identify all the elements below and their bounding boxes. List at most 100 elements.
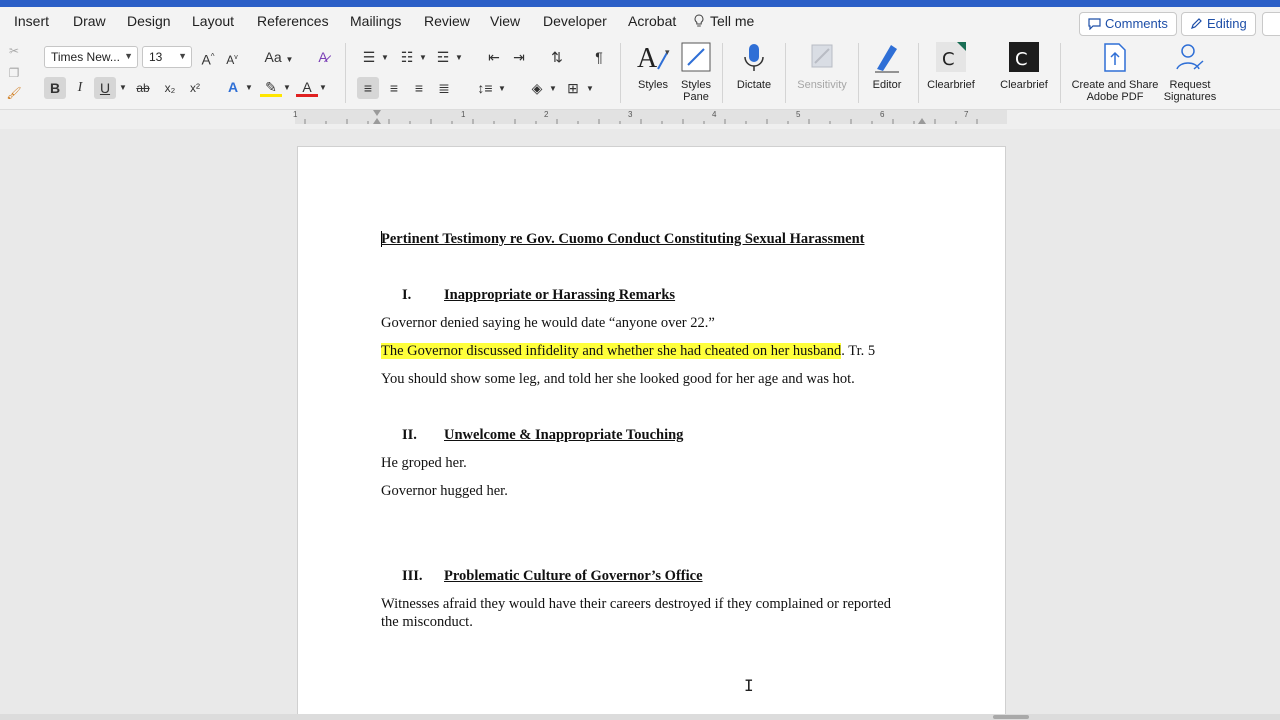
paragraph-line[interactable]: the misconduct. xyxy=(381,614,473,631)
sensitivity-label: Sensitivity xyxy=(797,79,847,91)
horizontal-scrollbar[interactable] xyxy=(0,714,1280,720)
styles-pane-button[interactable]: Styles Pane xyxy=(676,41,716,103)
ruler-number: 1 xyxy=(461,110,466,119)
sensitivity-button[interactable]: Sensitivity xyxy=(792,41,852,91)
paragraph-line[interactable]: Witnesses afraid they would have their c… xyxy=(381,596,891,613)
line-spacing-icon[interactable]: ↕≡ xyxy=(474,78,496,98)
align-right-icon[interactable]: ≡ xyxy=(408,78,430,98)
copy-icon[interactable]: ❐ xyxy=(6,63,22,83)
paragraph[interactable]: Governor hugged her. xyxy=(381,483,508,500)
tab-developer[interactable]: Developer xyxy=(543,13,607,29)
section-heading-3[interactable]: III. Problematic Culture of Governor’s Of… xyxy=(402,568,703,585)
editor-button[interactable]: Editor xyxy=(864,41,910,91)
chevron-down-icon: ▼ xyxy=(178,51,187,61)
section-heading-text: Problematic Culture of Governor’s Office xyxy=(444,568,703,584)
chevron-down-icon: ▼ xyxy=(124,51,133,61)
tell-me-search[interactable]: Tell me xyxy=(694,13,754,29)
font-color-icon[interactable]: A xyxy=(296,77,318,97)
section-heading-2[interactable]: II. Unwelcome & Inappropriate Touching xyxy=(402,427,683,444)
tab-references[interactable]: References xyxy=(257,13,329,29)
chevron-down-icon[interactable]: ▼ xyxy=(244,78,254,98)
font-size-dropdown[interactable]: 13 ▼ xyxy=(142,46,192,68)
chevron-down-icon[interactable]: ▼ xyxy=(548,79,558,99)
signature-icon xyxy=(1176,44,1204,70)
chevron-down-icon[interactable]: ▼ xyxy=(117,78,129,98)
highlighter-icon[interactable]: ✎ xyxy=(260,77,282,97)
dictate-button[interactable]: Dictate xyxy=(732,41,776,91)
increase-indent-icon[interactable]: ⇥ xyxy=(508,47,530,67)
chevron-down-icon[interactable]: ▼ xyxy=(497,79,507,99)
clearbrief-label-1: Clearbrief xyxy=(927,79,975,91)
chevron-down-icon[interactable]: ▼ xyxy=(318,78,328,98)
scrollbar-thumb[interactable] xyxy=(993,715,1029,719)
underline-button[interactable]: U xyxy=(94,78,116,98)
horizontal-ruler[interactable]: 1 1 2 3 4 5 6 7 xyxy=(0,110,1280,129)
tab-acrobat[interactable]: Acrobat xyxy=(628,13,676,29)
tab-insert[interactable]: Insert xyxy=(14,13,49,29)
tab-review[interactable]: Review xyxy=(424,13,470,29)
tab-view[interactable]: View xyxy=(490,13,520,29)
show-formatting-marks-icon[interactable]: ¶ xyxy=(588,47,610,67)
change-case-button[interactable]: Aa ▼ xyxy=(262,47,296,70)
document-canvas[interactable]: Pertinent Testimony re Gov. Cuomo Conduc… xyxy=(0,129,1280,720)
tab-layout[interactable]: Layout xyxy=(192,13,234,29)
text-effects-icon[interactable]: A xyxy=(222,77,244,97)
create-share-pdf-button[interactable]: Create and Share Adobe PDF xyxy=(1068,41,1162,103)
tab-mailings[interactable]: Mailings xyxy=(350,13,401,29)
ruler-number: 7 xyxy=(964,110,969,119)
paragraph[interactable]: You should show some leg, and told her s… xyxy=(381,371,855,388)
chevron-down-icon[interactable]: ▼ xyxy=(380,48,390,68)
section-heading-1[interactable]: I. Inappropriate or Harassing Remarks xyxy=(402,287,675,304)
change-case-label: Aa xyxy=(264,49,282,65)
sort-icon[interactable]: ⇅ xyxy=(546,47,568,67)
paragraph[interactable]: He groped her. xyxy=(381,455,467,472)
section-number: III. xyxy=(402,568,423,584)
request-signatures-button[interactable]: Request Signatures xyxy=(1162,41,1218,103)
multilevel-list-icon[interactable]: ☲ xyxy=(432,47,454,67)
tab-draw[interactable]: Draw xyxy=(73,13,106,29)
superscript-button[interactable]: x² xyxy=(185,78,205,98)
share-button[interactable] xyxy=(1262,12,1280,36)
ruler-number: 1 xyxy=(293,110,298,119)
shading-icon[interactable]: ◈ xyxy=(526,78,548,98)
align-center-icon[interactable]: ≡ xyxy=(383,78,405,98)
numbering-icon[interactable]: ☷ xyxy=(396,47,418,67)
ribbon-separator xyxy=(1060,43,1061,103)
ruler-number: 2 xyxy=(544,110,549,119)
comments-label: Comments xyxy=(1105,16,1168,31)
decrease-indent-icon[interactable]: ⇤ xyxy=(483,47,505,67)
tab-design[interactable]: Design xyxy=(127,13,171,29)
clear-formatting-icon[interactable]: A̷ xyxy=(312,47,334,67)
document-page[interactable]: Pertinent Testimony re Gov. Cuomo Conduc… xyxy=(297,146,1006,720)
chevron-down-icon[interactable]: ▼ xyxy=(418,48,428,68)
ruler-number: 4 xyxy=(712,110,717,119)
shrink-font-icon[interactable]: Av xyxy=(222,48,242,70)
clearbrief-button-2[interactable]: C Clearbrief xyxy=(996,41,1052,91)
strikethrough-button[interactable]: ab xyxy=(133,78,153,98)
editor-icon xyxy=(875,45,899,73)
format-painter-icon[interactable]: 🖌 xyxy=(5,83,23,103)
bullets-icon[interactable]: ☰ xyxy=(358,47,380,67)
editing-mode-button[interactable]: Editing xyxy=(1181,12,1256,36)
borders-icon[interactable]: ⊞ xyxy=(562,78,584,98)
font-name-dropdown[interactable]: Times New... ▼ xyxy=(44,46,138,68)
paragraph-highlighted[interactable]: The Governor discussed infidelity and wh… xyxy=(381,343,875,360)
clearbrief-button-1[interactable]: C Clearbrief xyxy=(923,41,979,91)
align-left-icon[interactable]: ≡ xyxy=(357,78,379,98)
styles-button[interactable]: A ▾ Styles xyxy=(630,41,676,91)
document-title[interactable]: Pertinent Testimony re Gov. Cuomo Conduc… xyxy=(381,231,865,248)
chevron-down-icon[interactable]: ▼ xyxy=(454,48,464,68)
paragraph[interactable]: Governor denied saying he would date “an… xyxy=(381,315,715,332)
chevron-down-icon[interactable]: ▼ xyxy=(282,78,292,98)
ruler-number: 6 xyxy=(880,110,885,119)
subscript-button[interactable]: x₂ xyxy=(160,78,180,98)
justify-icon[interactable]: ≣ xyxy=(433,78,455,98)
chevron-down-icon[interactable]: ▼ xyxy=(585,79,595,99)
cut-icon[interactable]: ✂ xyxy=(6,41,22,61)
comments-button[interactable]: Comments xyxy=(1079,12,1177,36)
font-name-value: Times New... xyxy=(51,50,120,64)
bold-button[interactable]: B xyxy=(44,78,66,98)
italic-button[interactable]: I xyxy=(70,78,90,98)
grow-font-icon[interactable]: A^ xyxy=(198,47,218,70)
ibeam-cursor-icon: I xyxy=(744,676,754,695)
